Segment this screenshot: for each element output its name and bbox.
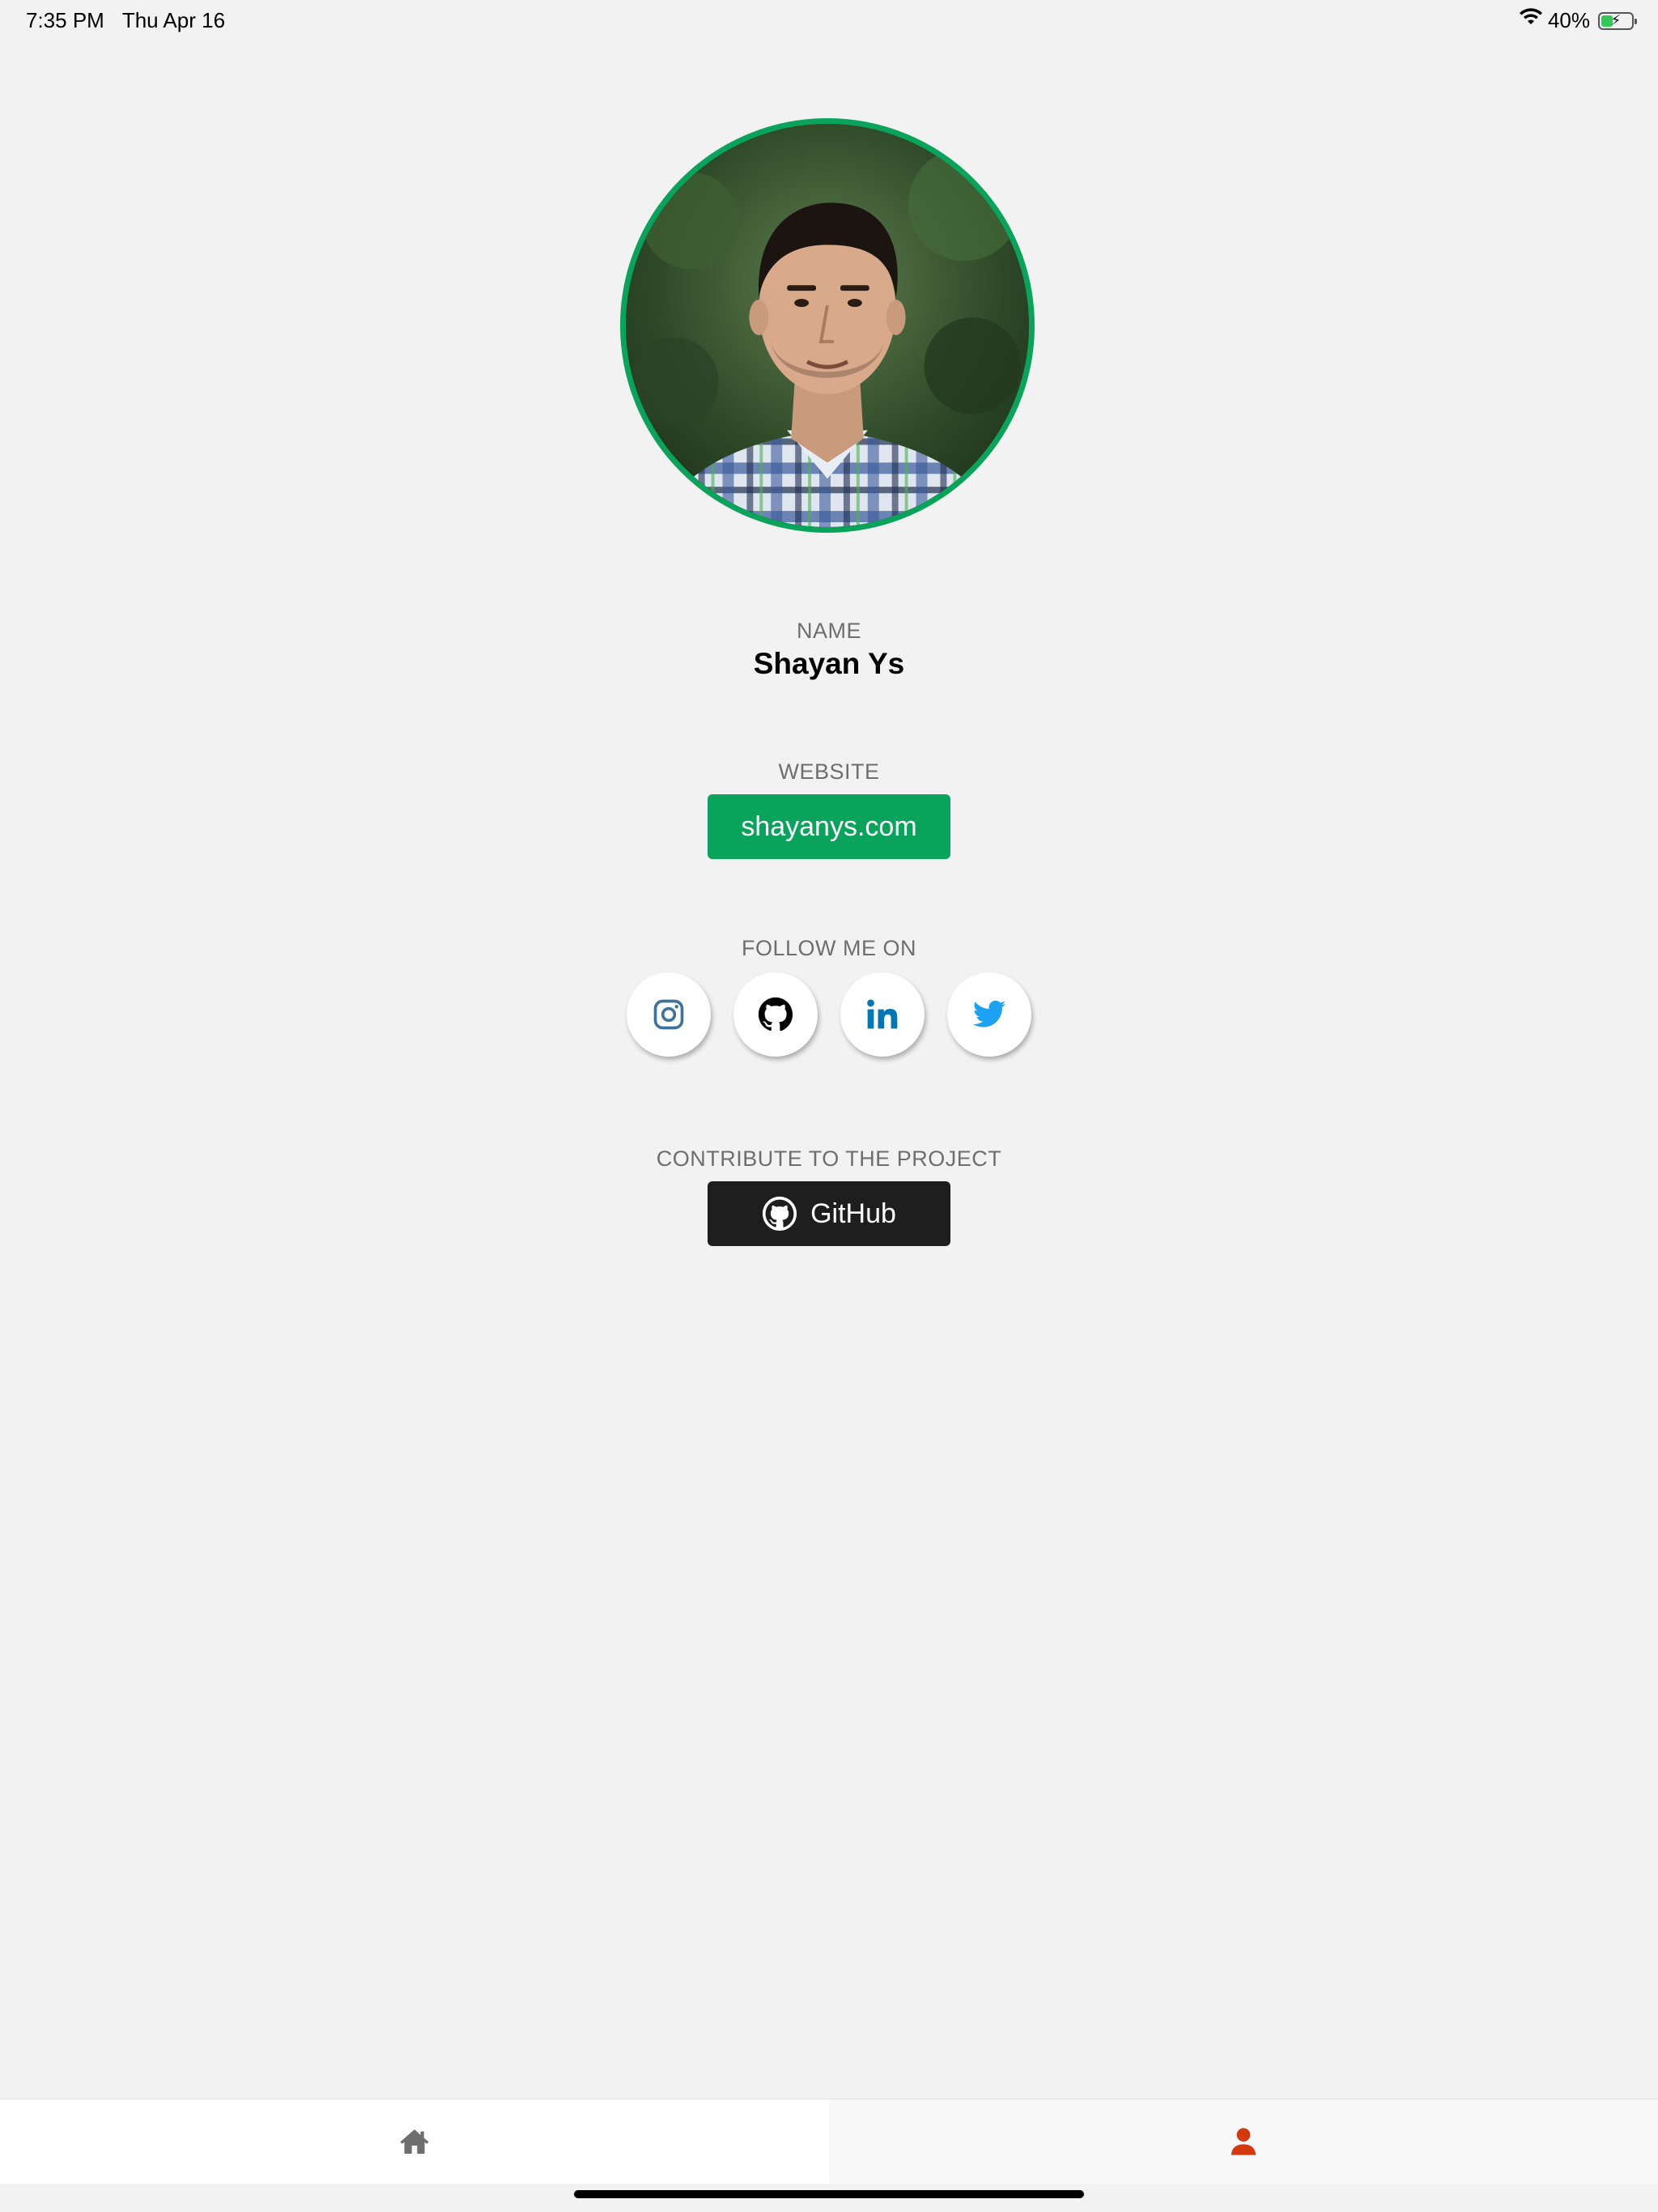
home-indicator [574,2190,1084,2198]
github-icon [758,997,793,1032]
twitter-icon [972,1000,1006,1027]
github-button-label: GitHub [810,1197,896,1229]
linkedin-icon [867,999,898,1029]
status-left: 7:35 PM Thu Apr 16 [26,8,225,33]
home-icon [400,2129,429,2154]
name-section: NAME Shayan Ys [0,619,1658,681]
status-bar: 7:35 PM Thu Apr 16 40% ⚡ [0,0,1658,39]
name-label: NAME [796,619,861,643]
tab-bar [0,2099,1658,2184]
battery-percent: 40% [1547,8,1590,32]
tab-profile[interactable] [829,2099,1658,2184]
website-label: WEBSITE [778,759,880,784]
website-button[interactable]: shayanys.com [708,794,950,859]
social-links [0,972,1658,1057]
github-social-button[interactable] [733,972,818,1057]
user-icon [1231,2128,1256,2155]
status-right: 40% ⚡ [1519,8,1637,33]
follow-label: FOLLOW ME ON [741,936,916,960]
charging-bolt-icon: ⚡ [1610,11,1622,28]
follow-section: FOLLOW ME ON [0,936,1658,1057]
status-time: 7:35 PM [26,8,104,32]
battery-icon: ⚡ [1598,11,1637,30]
github-icon [762,1196,797,1231]
instagram-icon [653,999,684,1030]
status-date: Thu Apr 16 [121,8,226,32]
website-section: WEBSITE shayanys.com [0,759,1658,859]
wifi-icon [1519,8,1543,33]
instagram-button[interactable] [627,972,711,1057]
profile-name: Shayan Ys [753,647,905,680]
contribute-section: CONTRIBUTE TO THE PROJECT GitHub [0,1146,1658,1246]
github-button[interactable]: GitHub [708,1181,950,1246]
tab-home[interactable] [0,2099,829,2184]
linkedin-button[interactable] [840,972,925,1057]
contribute-label: CONTRIBUTE TO THE PROJECT [656,1146,1002,1171]
twitter-button[interactable] [947,972,1031,1057]
profile-avatar [620,118,1035,533]
